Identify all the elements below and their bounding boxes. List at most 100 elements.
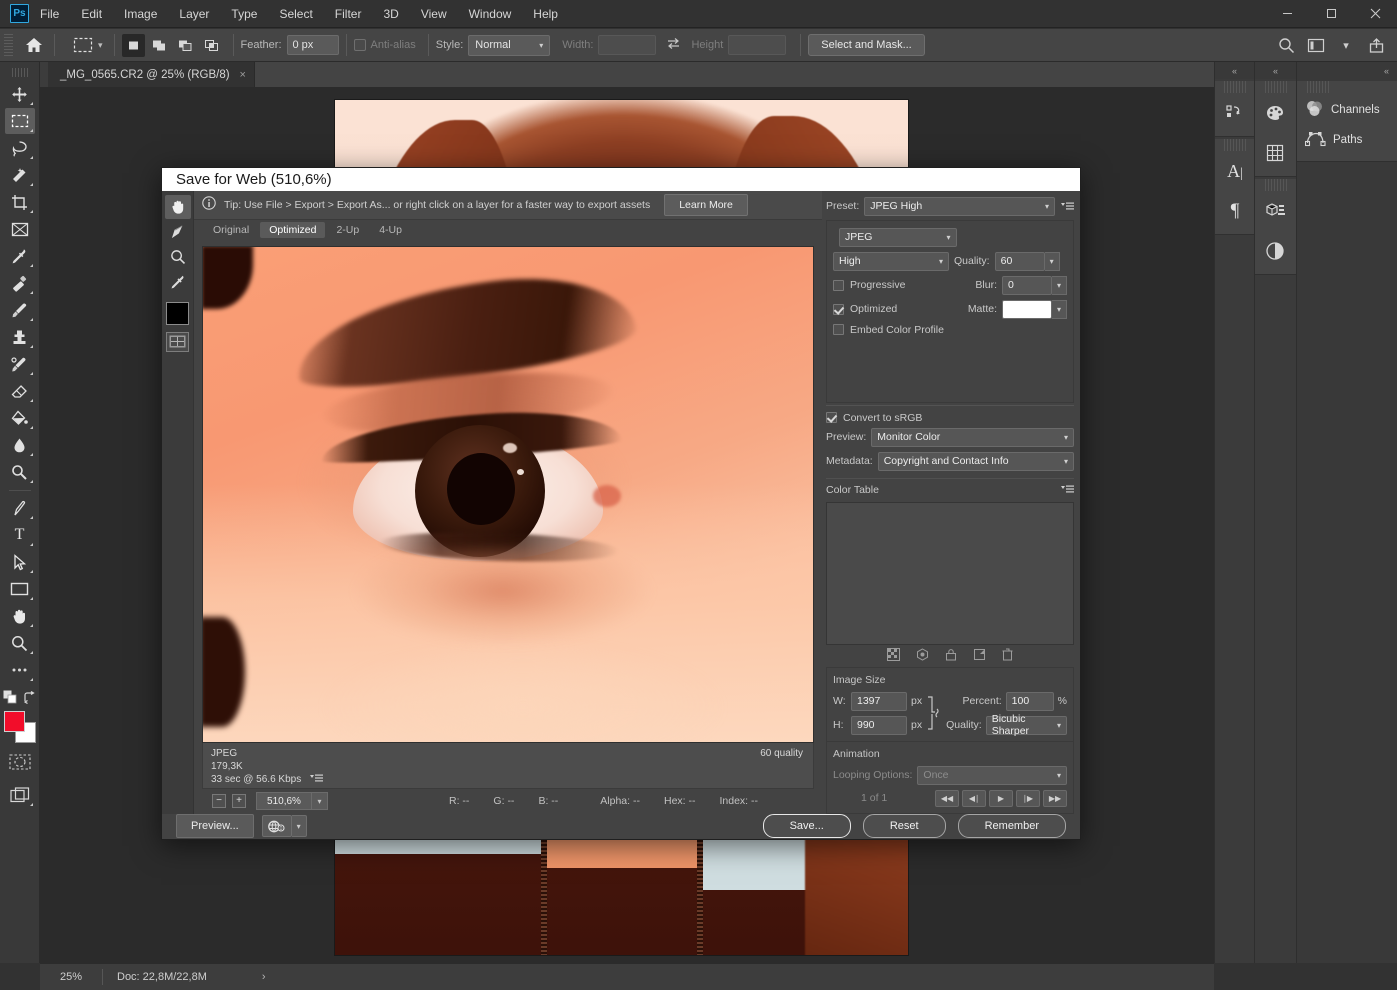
crop-tool[interactable] bbox=[5, 189, 35, 215]
history-icon[interactable] bbox=[1215, 93, 1255, 133]
options-bar-grip[interactable] bbox=[4, 34, 13, 56]
edit-toolbar-more-icon[interactable] bbox=[5, 657, 35, 683]
quality-input[interactable]: 60 bbox=[995, 252, 1045, 271]
embed-color-profile-checkbox[interactable] bbox=[833, 324, 844, 335]
color-table-swatches[interactable] bbox=[826, 502, 1074, 645]
preset-select[interactable]: JPEG High ▾ bbox=[864, 197, 1055, 216]
frame-tool[interactable] bbox=[5, 216, 35, 242]
menu-type[interactable]: Type bbox=[220, 0, 268, 28]
hand-tool[interactable] bbox=[5, 603, 35, 629]
matte-color-swatch[interactable] bbox=[1002, 300, 1052, 319]
height-input[interactable] bbox=[728, 35, 786, 55]
hand-tool[interactable] bbox=[165, 195, 191, 219]
first-frame-button[interactable]: ◀◀ bbox=[935, 790, 959, 807]
optimized-preview[interactable] bbox=[202, 246, 814, 743]
color-swatches[interactable] bbox=[4, 711, 36, 743]
menu-view[interactable]: View bbox=[410, 0, 458, 28]
gradient-tool[interactable] bbox=[5, 405, 35, 431]
brush-tool[interactable] bbox=[5, 297, 35, 323]
tab-optimized[interactable]: Optimized bbox=[260, 222, 325, 238]
matte-chevron-down-icon[interactable]: ▾ bbox=[1052, 300, 1067, 319]
zoom-tool[interactable] bbox=[5, 630, 35, 656]
browser-chevron-down-icon[interactable]: ▾ bbox=[292, 815, 307, 837]
swap-colors-icon[interactable] bbox=[23, 691, 36, 707]
zoom-chevron-down-icon[interactable]: ▾ bbox=[312, 792, 328, 810]
collapse-panels-icon-3[interactable]: « bbox=[1297, 62, 1397, 79]
convert-to-srgb-checkbox[interactable] bbox=[826, 412, 837, 423]
workspace-switcher-icon[interactable] bbox=[1303, 33, 1329, 57]
path-selection-tool[interactable] bbox=[5, 549, 35, 575]
history-brush-tool[interactable] bbox=[5, 351, 35, 377]
menu-image[interactable]: Image bbox=[113, 0, 168, 28]
menu-help[interactable]: Help bbox=[522, 0, 569, 28]
width-input[interactable] bbox=[598, 35, 656, 55]
compression-quality-select[interactable]: High ▾ bbox=[833, 252, 949, 271]
blur-chevron-down-icon[interactable]: ▾ bbox=[1052, 276, 1067, 295]
style-select[interactable]: Normal ▾ bbox=[468, 35, 550, 56]
spot-healing-brush-tool[interactable] bbox=[5, 270, 35, 296]
intersect-selection-button[interactable] bbox=[200, 34, 223, 57]
delete-color-icon[interactable] bbox=[1002, 648, 1013, 664]
eyedropper-tool[interactable] bbox=[165, 270, 191, 294]
rectangular-marquee-tool[interactable] bbox=[5, 108, 35, 134]
default-colors-icon[interactable] bbox=[3, 690, 17, 707]
optimized-checkbox[interactable] bbox=[833, 304, 844, 315]
eraser-tool[interactable] bbox=[5, 378, 35, 404]
eyedropper-tool[interactable] bbox=[5, 243, 35, 269]
tool-preset-chevron-down-icon[interactable]: ▾ bbox=[98, 40, 103, 51]
screen-mode-icon[interactable] bbox=[5, 782, 35, 808]
clone-stamp-tool[interactable] bbox=[5, 324, 35, 350]
rectangle-tool[interactable] bbox=[5, 576, 35, 602]
grid-pattern-icon[interactable] bbox=[1255, 133, 1295, 173]
active-tool-marquee-icon[interactable] bbox=[70, 33, 96, 57]
resample-quality-select[interactable]: Bicubic Sharper ▾ bbox=[986, 716, 1067, 735]
new-selection-button[interactable] bbox=[122, 34, 145, 57]
foreground-color-swatch[interactable] bbox=[4, 711, 25, 732]
new-color-icon[interactable] bbox=[973, 648, 986, 664]
metadata-select[interactable]: Copyright and Contact Info ▾ bbox=[878, 452, 1074, 471]
quick-mask-icon[interactable] bbox=[5, 749, 35, 775]
type-tool[interactable]: T bbox=[5, 522, 35, 548]
last-frame-button[interactable]: ▶▶ bbox=[1043, 790, 1067, 807]
tab-4-up[interactable]: 4-Up bbox=[370, 222, 411, 238]
search-icon[interactable] bbox=[1273, 33, 1299, 57]
preset-options-menu-icon[interactable] bbox=[1060, 201, 1074, 212]
web-shift-icon[interactable] bbox=[916, 648, 929, 664]
maximize-button[interactable] bbox=[1309, 0, 1353, 28]
lasso-tool[interactable] bbox=[5, 135, 35, 161]
document-tab[interactable]: _MG_0565.CR2 @ 25% (RGB/8) × bbox=[48, 62, 255, 87]
character-icon[interactable]: A| bbox=[1215, 151, 1255, 191]
panel-group-grip-3[interactable] bbox=[1265, 81, 1287, 93]
color-table-options-menu-icon[interactable] bbox=[1060, 484, 1074, 495]
blur-tool[interactable] bbox=[5, 432, 35, 458]
menu-window[interactable]: Window bbox=[458, 0, 523, 28]
color-swatches-icon[interactable] bbox=[1255, 93, 1295, 133]
save-button[interactable]: Save... bbox=[763, 814, 851, 838]
panel-group-grip-5[interactable] bbox=[1307, 81, 1329, 93]
menu-edit[interactable]: Edit bbox=[70, 0, 113, 28]
menu-3d[interactable]: 3D bbox=[372, 0, 409, 28]
swap-dimensions-icon[interactable] bbox=[666, 37, 681, 53]
collapse-panels-icon-2[interactable]: « bbox=[1255, 62, 1296, 79]
minimize-button[interactable] bbox=[1265, 0, 1309, 28]
home-icon[interactable] bbox=[21, 33, 47, 57]
height-input[interactable]: 990 bbox=[851, 716, 907, 735]
quality-chevron-down-icon[interactable]: ▾ bbox=[1045, 252, 1060, 271]
adjustments-icon[interactable] bbox=[1255, 231, 1295, 271]
collapse-panels-icon-1[interactable]: « bbox=[1215, 62, 1254, 79]
width-input[interactable]: 1397 bbox=[851, 692, 907, 711]
progressive-checkbox[interactable] bbox=[833, 280, 844, 291]
preview-select[interactable]: Monitor Color ▾ bbox=[871, 428, 1074, 447]
menu-filter[interactable]: Filter bbox=[324, 0, 373, 28]
tab-original[interactable]: Original bbox=[204, 222, 258, 238]
slice-select-tool[interactable] bbox=[165, 220, 191, 244]
file-format-select[interactable]: JPEG ▾ bbox=[839, 228, 957, 247]
lock-icon[interactable] bbox=[945, 648, 957, 664]
anti-alias-checkbox[interactable] bbox=[354, 39, 366, 51]
select-and-mask-button[interactable]: Select and Mask... bbox=[808, 34, 925, 56]
paragraph-icon[interactable]: ¶ bbox=[1215, 191, 1255, 231]
toggle-slices-icon[interactable] bbox=[166, 332, 189, 352]
cancel-reset-button[interactable]: Reset bbox=[863, 814, 946, 838]
browser-select-icon[interactable]: 0 bbox=[262, 815, 292, 837]
panel-group-grip-1[interactable] bbox=[1224, 81, 1246, 93]
